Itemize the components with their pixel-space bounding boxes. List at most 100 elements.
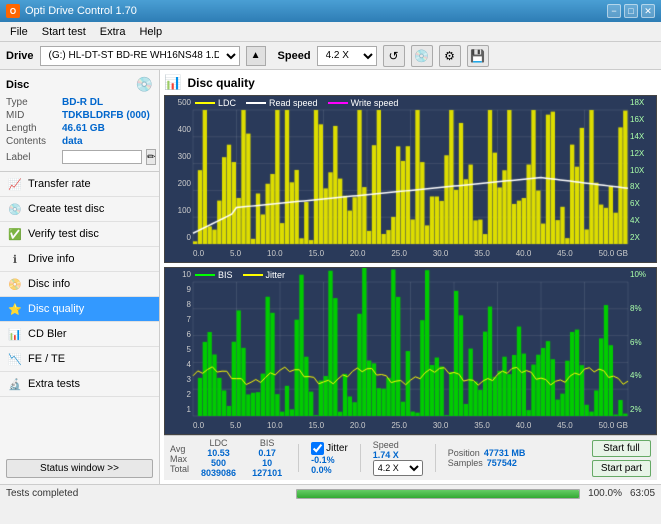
- title-bar: O Opti Drive Control 1.70 − □ ✕: [0, 0, 661, 22]
- mid-value: TDKBLDRFB (000): [62, 110, 150, 121]
- sidebar-label-create-test-disc: Create test disc: [28, 203, 104, 215]
- position-value: 47731 MB: [484, 448, 526, 458]
- save-button[interactable]: 💾: [467, 45, 489, 67]
- y-axis-left-2: 10 9 8 7 6 5 4 3 2 1: [165, 268, 193, 416]
- status-window-button[interactable]: Status window >>: [6, 459, 153, 478]
- time-value: 63:05: [630, 488, 655, 499]
- eject-button[interactable]: ▲: [246, 46, 266, 66]
- disc-info-icon: 📀: [8, 277, 22, 291]
- menu-bar: File Start test Extra Help: [0, 22, 661, 42]
- sidebar-label-cd-bler: CD Bler: [28, 328, 67, 340]
- sidebar-item-drive-info[interactable]: ℹ Drive info: [0, 247, 159, 272]
- sidebar: Disc 💿 Type BD-R DL MID TDKBLDRFB (000) …: [0, 70, 160, 484]
- max-bis: 10: [262, 458, 272, 468]
- charts-container: LDC Read speed Write speed 500 400 300: [164, 95, 657, 435]
- write-speed-legend: Write speed: [328, 98, 399, 108]
- sidebar-item-extra-tests[interactable]: 🔬 Extra tests: [0, 372, 159, 397]
- transfer-rate-icon: 📈: [8, 177, 22, 191]
- label-edit-button[interactable]: ✏: [146, 149, 156, 165]
- sidebar-label-drive-info: Drive info: [28, 253, 74, 265]
- extra-tests-icon: 🔬: [8, 377, 22, 391]
- menu-start-test[interactable]: Start test: [36, 25, 92, 39]
- sidebar-label-transfer-rate: Transfer rate: [28, 178, 91, 190]
- create-test-disc-icon: 💿: [8, 202, 22, 216]
- speed-value: 1.74 X: [373, 450, 423, 460]
- menu-extra[interactable]: Extra: [94, 25, 132, 39]
- sidebar-label-disc-info: Disc info: [28, 278, 70, 290]
- max-jitter: 0.0%: [311, 465, 348, 475]
- sidebar-item-disc-info[interactable]: 📀 Disc info: [0, 272, 159, 297]
- progress-percentage: 100.0%: [588, 488, 622, 499]
- y-axis-right-1: 18X 16X 14X 12X 10X 8X 6X 4X 2X: [628, 96, 656, 244]
- avg-jitter: -0.1%: [311, 455, 348, 465]
- drive-select[interactable]: (G:) HL-DT-ST BD-RE WH16NS48 1.D3: [40, 46, 240, 66]
- verify-test-disc-icon: ✅: [8, 227, 22, 241]
- drive-info-icon: ℹ: [8, 252, 22, 266]
- sidebar-item-fe-te[interactable]: 📉 FE / TE: [0, 347, 159, 372]
- avg-label: Avg: [170, 444, 189, 454]
- ldc-canvas: [165, 96, 656, 262]
- disc-panel-icon: 💿: [136, 76, 153, 93]
- start-part-button[interactable]: Start part: [592, 460, 651, 477]
- ldc-legend: LDC: [195, 98, 236, 108]
- status-text: Tests completed: [6, 488, 288, 499]
- chart-title: Disc quality: [187, 76, 254, 90]
- read-speed-label: Read speed: [269, 98, 318, 108]
- speed-quality-select[interactable]: 4.2 X: [373, 460, 423, 476]
- type-value: BD-R DL: [62, 97, 103, 108]
- position-label: Position: [448, 448, 480, 458]
- label-label: Label: [6, 152, 58, 163]
- chart-area: 📊 Disc quality LDC Read speed: [160, 70, 661, 484]
- nav-items: 📈 Transfer rate 💿 Create test disc ✅ Ver…: [0, 172, 159, 397]
- x-axis-2: 0.0 5.0 10.0 15.0 20.0 25.0 30.0 35.0 40…: [193, 416, 628, 434]
- sidebar-item-transfer-rate[interactable]: 📈 Transfer rate: [0, 172, 159, 197]
- drive-bar: Drive (G:) HL-DT-ST BD-RE WH16NS48 1.D3 …: [0, 42, 661, 70]
- jitter-checkbox[interactable]: [311, 442, 324, 455]
- app-icon: O: [6, 4, 20, 18]
- close-button[interactable]: ✕: [641, 4, 655, 18]
- jitter-checkbox-container[interactable]: Jitter: [311, 442, 348, 455]
- progress-bar-inner: [297, 490, 579, 498]
- fe-te-icon: 📉: [8, 352, 22, 366]
- menu-help[interactable]: Help: [133, 25, 168, 39]
- cd-bler-icon: 📊: [8, 327, 22, 341]
- progress-bar-container: Tests completed 100.0% 63:05: [0, 484, 661, 502]
- sidebar-item-disc-quality[interactable]: ⭐ Disc quality: [0, 297, 159, 322]
- speed-select[interactable]: 4.2 X: [317, 46, 377, 66]
- y-axis-right-2: 10% 8% 6% 4% 2%: [628, 268, 656, 416]
- refresh-button[interactable]: ↺: [383, 45, 405, 67]
- contents-value: data: [62, 136, 83, 147]
- label-input[interactable]: [62, 150, 142, 164]
- settings-button[interactable]: ⚙: [439, 45, 461, 67]
- write-speed-label: Write speed: [351, 98, 399, 108]
- samples-label: Samples: [448, 458, 483, 468]
- bis-canvas: [165, 268, 656, 434]
- maximize-button[interactable]: □: [624, 4, 638, 18]
- sidebar-item-verify-test-disc[interactable]: ✅ Verify test disc: [0, 222, 159, 247]
- total-ldc: 8039086: [201, 468, 236, 478]
- max-label: Max: [170, 454, 189, 464]
- samples-value: 757542: [487, 458, 517, 468]
- y-axis-left-1: 500 400 300 200 100 0: [165, 96, 193, 244]
- ldc-color: [195, 102, 215, 104]
- sidebar-item-create-test-disc[interactable]: 💿 Create test disc: [0, 197, 159, 222]
- bis-chart: BIS Jitter 10 9 8 7 6 5 4 3 2: [164, 267, 657, 435]
- mid-label: MID: [6, 110, 58, 121]
- sidebar-item-cd-bler[interactable]: 📊 CD Bler: [0, 322, 159, 347]
- jitter-color: [243, 274, 263, 276]
- bis-color: [195, 274, 215, 276]
- stats-bar: Avg Max Total LDC 10.53 500 8039086 BIS …: [164, 435, 657, 480]
- chart1-legend: LDC Read speed Write speed: [195, 98, 398, 108]
- start-full-button[interactable]: Start full: [592, 440, 651, 457]
- bis-label: BIS: [218, 270, 233, 280]
- total-bis: 127101: [252, 468, 282, 478]
- sidebar-label-fe-te: FE / TE: [28, 353, 65, 365]
- length-label: Length: [6, 123, 58, 134]
- jitter-chart-label: Jitter: [266, 270, 286, 280]
- avg-ldc: 10.53: [207, 448, 230, 458]
- disc-quality-icon: ⭐: [8, 302, 22, 316]
- menu-file[interactable]: File: [4, 25, 34, 39]
- minimize-button[interactable]: −: [607, 4, 621, 18]
- disc-button[interactable]: 💿: [411, 45, 433, 67]
- ldc-chart: LDC Read speed Write speed 500 400 300: [164, 95, 657, 263]
